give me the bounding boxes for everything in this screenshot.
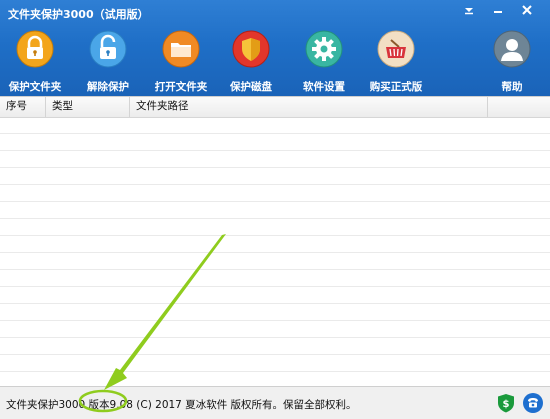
folder-icon xyxy=(162,30,200,68)
protect-disk-label: 保护磁盘 xyxy=(230,81,272,93)
close-icon[interactable] xyxy=(516,2,538,18)
shield-icon xyxy=(232,30,270,68)
list-row-empty xyxy=(0,117,550,134)
list-row-empty xyxy=(0,151,550,168)
copyright-status-text: 文件夹保护3000 版本9.08 (C) 2017 夏冰软件 版权所有。保留全部… xyxy=(6,399,357,411)
security-shield-icon[interactable]: $ xyxy=(497,393,515,413)
list-row-empty xyxy=(0,372,550,385)
svg-text:$: $ xyxy=(503,399,510,410)
list-header: 序号 类型 文件夹路径 xyxy=(0,96,550,118)
status-bar: 文件夹保护3000 版本9.08 (C) 2017 夏冰软件 版权所有。保留全部… xyxy=(0,386,550,419)
list-row-empty xyxy=(0,236,550,253)
list-row-empty xyxy=(0,202,550,219)
settings-label: 软件设置 xyxy=(303,81,345,93)
protect-disk-button[interactable]: 保护磁盘 xyxy=(216,30,286,94)
menu-dropdown-icon[interactable] xyxy=(458,2,480,18)
app-window: 文件夹保护3000（试用版） 保护文件夹 解除保护 打开文件夹 保护磁盘 软件设… xyxy=(0,0,550,419)
column-header-type[interactable]: 类型 xyxy=(46,97,130,117)
list-row-empty xyxy=(0,355,550,372)
list-row-empty xyxy=(0,219,550,236)
phone-support-icon[interactable] xyxy=(522,392,544,414)
title-bar[interactable]: 文件夹保护3000（试用版） 保护文件夹 解除保护 打开文件夹 保护磁盘 软件设… xyxy=(0,0,550,96)
list-row-empty xyxy=(0,338,550,355)
protect-folder-label: 保护文件夹 xyxy=(8,81,62,93)
list-row-empty xyxy=(0,321,550,338)
open-folder-label: 打开文件夹 xyxy=(154,81,208,93)
column-header-index[interactable]: 序号 xyxy=(0,97,46,117)
settings-button[interactable]: 软件设置 xyxy=(289,30,359,94)
unprotect-label: 解除保护 xyxy=(87,81,129,93)
unprotect-button[interactable]: 解除保护 xyxy=(73,30,143,94)
list-row-empty xyxy=(0,253,550,270)
minimize-icon[interactable] xyxy=(487,2,509,18)
buy-full-version-button[interactable]: 购买正式版 xyxy=(361,30,431,94)
gear-icon xyxy=(305,30,343,68)
list-row-empty xyxy=(0,134,550,151)
open-folder-button[interactable]: 打开文件夹 xyxy=(146,30,216,94)
help-label: 帮助 xyxy=(501,81,523,93)
help-button[interactable]: 帮助 xyxy=(477,30,547,94)
protected-folder-list[interactable] xyxy=(0,117,550,385)
list-row-empty xyxy=(0,287,550,304)
protect-folder-button[interactable]: 保护文件夹 xyxy=(0,30,70,94)
unlock-icon xyxy=(89,30,127,68)
list-row-empty xyxy=(0,270,550,287)
shopping-basket-icon xyxy=(377,30,415,68)
column-header-path[interactable]: 文件夹路径 xyxy=(130,97,488,117)
list-row-empty xyxy=(0,168,550,185)
window-title: 文件夹保护3000（试用版） xyxy=(8,8,149,21)
list-row-empty xyxy=(0,304,550,321)
lock-icon xyxy=(16,30,54,68)
user-help-icon xyxy=(493,30,531,68)
list-row-empty xyxy=(0,185,550,202)
buy-full-version-label: 购买正式版 xyxy=(369,81,423,93)
